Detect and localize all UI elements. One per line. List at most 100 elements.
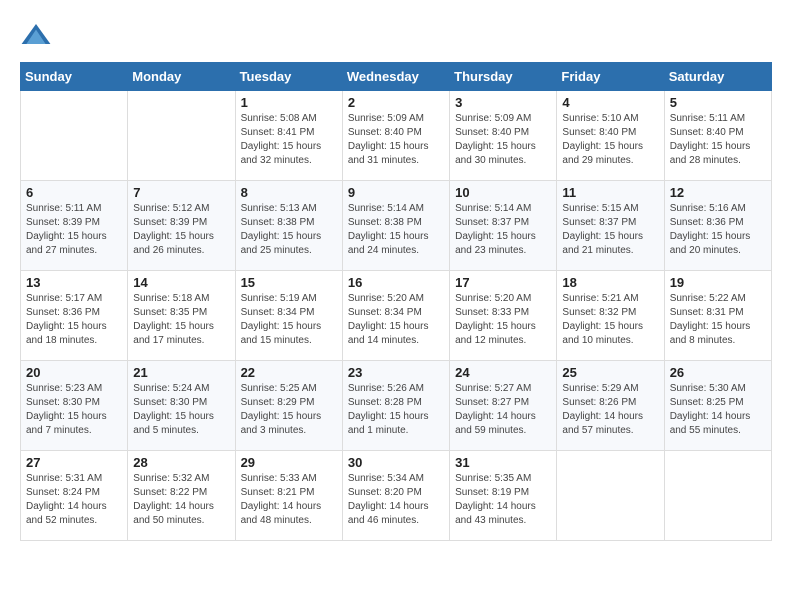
calendar: SundayMondayTuesdayWednesdayThursdayFrid… — [20, 62, 772, 541]
day-info: Sunrise: 5:31 AMSunset: 8:24 PMDaylight:… — [26, 472, 122, 528]
day-info: Sunrise: 5:09 AMSunset: 8:40 PMDaylight:… — [348, 112, 444, 168]
day-number: 18 — [562, 275, 658, 290]
calendar-cell — [557, 451, 664, 541]
day-number: 1 — [241, 95, 337, 110]
day-info: Sunrise: 5:10 AMSunset: 8:40 PMDaylight:… — [562, 112, 658, 168]
week-row-3: 13 Sunrise: 5:17 AMSunset: 8:36 PMDayligh… — [21, 271, 772, 361]
calendar-cell: 29 Sunrise: 5:33 AMSunset: 8:21 PMDayligh… — [235, 451, 342, 541]
day-number: 17 — [455, 275, 551, 290]
calendar-cell: 14 Sunrise: 5:18 AMSunset: 8:35 PMDayligh… — [128, 271, 235, 361]
calendar-cell: 1Sunrise: 5:08 AMSunset: 8:41 PMDaylight… — [235, 91, 342, 181]
weekday-header-friday: Friday — [557, 63, 664, 91]
day-info: Sunrise: 5:18 AMSunset: 8:35 PMDaylight:… — [133, 292, 229, 348]
day-number: 5 — [670, 95, 766, 110]
day-number: 10 — [455, 185, 551, 200]
calendar-cell: 11 Sunrise: 5:15 AMSunset: 8:37 PMDayligh… — [557, 181, 664, 271]
week-row-2: 6 Sunrise: 5:11 AMSunset: 8:39 PMDaylight… — [21, 181, 772, 271]
calendar-cell: 5 Sunrise: 5:11 AMSunset: 8:40 PMDaylight… — [664, 91, 771, 181]
day-number: 2 — [348, 95, 444, 110]
day-info: Sunrise: 5:11 AMSunset: 8:39 PMDaylight:… — [26, 202, 122, 258]
day-number: 31 — [455, 455, 551, 470]
day-info: Sunrise: 5:29 AMSunset: 8:26 PMDaylight:… — [562, 382, 658, 438]
day-info: Sunrise: 5:15 AMSunset: 8:37 PMDaylight:… — [562, 202, 658, 258]
calendar-cell: 10 Sunrise: 5:14 AMSunset: 8:37 PMDayligh… — [450, 181, 557, 271]
calendar-cell — [21, 91, 128, 181]
day-info: Sunrise: 5:11 AMSunset: 8:40 PMDaylight:… — [670, 112, 766, 168]
day-info: Sunrise: 5:20 AMSunset: 8:33 PMDaylight:… — [455, 292, 551, 348]
day-number: 4 — [562, 95, 658, 110]
day-number: 13 — [26, 275, 122, 290]
calendar-cell: 7 Sunrise: 5:12 AMSunset: 8:39 PMDaylight… — [128, 181, 235, 271]
day-number: 7 — [133, 185, 229, 200]
day-number: 22 — [241, 365, 337, 380]
day-info: Sunrise: 5:17 AMSunset: 8:36 PMDaylight:… — [26, 292, 122, 348]
day-number: 9 — [348, 185, 444, 200]
weekday-header-tuesday: Tuesday — [235, 63, 342, 91]
day-number: 11 — [562, 185, 658, 200]
day-info: Sunrise: 5:12 AMSunset: 8:39 PMDaylight:… — [133, 202, 229, 258]
day-number: 20 — [26, 365, 122, 380]
weekday-header-sunday: Sunday — [21, 63, 128, 91]
calendar-cell: 3Sunrise: 5:09 AMSunset: 8:40 PMDaylight… — [450, 91, 557, 181]
day-info: Sunrise: 5:26 AMSunset: 8:28 PMDaylight:… — [348, 382, 444, 438]
header — [20, 20, 772, 52]
calendar-cell — [664, 451, 771, 541]
calendar-cell: 27 Sunrise: 5:31 AMSunset: 8:24 PMDayligh… — [21, 451, 128, 541]
day-info: Sunrise: 5:13 AMSunset: 8:38 PMDaylight:… — [241, 202, 337, 258]
calendar-cell: 9 Sunrise: 5:14 AMSunset: 8:38 PMDaylight… — [342, 181, 449, 271]
day-number: 25 — [562, 365, 658, 380]
day-info: Sunrise: 5:16 AMSunset: 8:36 PMDaylight:… — [670, 202, 766, 258]
day-number: 24 — [455, 365, 551, 380]
day-number: 6 — [26, 185, 122, 200]
week-row-5: 27 Sunrise: 5:31 AMSunset: 8:24 PMDayligh… — [21, 451, 772, 541]
calendar-cell: 16 Sunrise: 5:20 AMSunset: 8:34 PMDayligh… — [342, 271, 449, 361]
calendar-cell: 15 Sunrise: 5:19 AMSunset: 8:34 PMDayligh… — [235, 271, 342, 361]
day-info: Sunrise: 5:34 AMSunset: 8:20 PMDaylight:… — [348, 472, 444, 528]
day-number: 29 — [241, 455, 337, 470]
weekday-header-monday: Monday — [128, 63, 235, 91]
day-number: 27 — [26, 455, 122, 470]
day-number: 21 — [133, 365, 229, 380]
calendar-cell: 13 Sunrise: 5:17 AMSunset: 8:36 PMDayligh… — [21, 271, 128, 361]
day-info: Sunrise: 5:25 AMSunset: 8:29 PMDaylight:… — [241, 382, 337, 438]
day-number: 19 — [670, 275, 766, 290]
calendar-cell: 17 Sunrise: 5:20 AMSunset: 8:33 PMDayligh… — [450, 271, 557, 361]
logo — [20, 20, 56, 52]
day-info: Sunrise: 5:27 AMSunset: 8:27 PMDaylight:… — [455, 382, 551, 438]
day-number: 3 — [455, 95, 551, 110]
calendar-cell: 30 Sunrise: 5:34 AMSunset: 8:20 PMDayligh… — [342, 451, 449, 541]
day-number: 8 — [241, 185, 337, 200]
calendar-cell: 18 Sunrise: 5:21 AMSunset: 8:32 PMDayligh… — [557, 271, 664, 361]
weekday-header-thursday: Thursday — [450, 63, 557, 91]
calendar-cell: 20Sunrise: 5:23 AMSunset: 8:30 PMDayligh… — [21, 361, 128, 451]
calendar-cell: 24 Sunrise: 5:27 AMSunset: 8:27 PMDayligh… — [450, 361, 557, 451]
calendar-cell: 2 Sunrise: 5:09 AMSunset: 8:40 PMDaylight… — [342, 91, 449, 181]
calendar-cell — [128, 91, 235, 181]
calendar-cell: 6 Sunrise: 5:11 AMSunset: 8:39 PMDaylight… — [21, 181, 128, 271]
day-info: Sunrise: 5:20 AMSunset: 8:34 PMDaylight:… — [348, 292, 444, 348]
calendar-cell: 23Sunrise: 5:26 AMSunset: 8:28 PMDayligh… — [342, 361, 449, 451]
day-number: 30 — [348, 455, 444, 470]
day-number: 15 — [241, 275, 337, 290]
day-info: Sunrise: 5:32 AMSunset: 8:22 PMDaylight:… — [133, 472, 229, 528]
day-info: Sunrise: 5:14 AMSunset: 8:37 PMDaylight:… — [455, 202, 551, 258]
day-info: Sunrise: 5:21 AMSunset: 8:32 PMDaylight:… — [562, 292, 658, 348]
day-info: Sunrise: 5:33 AMSunset: 8:21 PMDaylight:… — [241, 472, 337, 528]
day-info: Sunrise: 5:24 AMSunset: 8:30 PMDaylight:… — [133, 382, 229, 438]
calendar-cell: 25 Sunrise: 5:29 AMSunset: 8:26 PMDayligh… — [557, 361, 664, 451]
calendar-cell: 22 Sunrise: 5:25 AMSunset: 8:29 PMDayligh… — [235, 361, 342, 451]
day-number: 14 — [133, 275, 229, 290]
calendar-cell: 12Sunrise: 5:16 AMSunset: 8:36 PMDayligh… — [664, 181, 771, 271]
week-row-4: 20Sunrise: 5:23 AMSunset: 8:30 PMDayligh… — [21, 361, 772, 451]
day-info: Sunrise: 5:14 AMSunset: 8:38 PMDaylight:… — [348, 202, 444, 258]
day-info: Sunrise: 5:19 AMSunset: 8:34 PMDaylight:… — [241, 292, 337, 348]
calendar-cell: 28 Sunrise: 5:32 AMSunset: 8:22 PMDayligh… — [128, 451, 235, 541]
day-info: Sunrise: 5:30 AMSunset: 8:25 PMDaylight:… — [670, 382, 766, 438]
day-info: Sunrise: 5:22 AMSunset: 8:31 PMDaylight:… — [670, 292, 766, 348]
weekday-header-wednesday: Wednesday — [342, 63, 449, 91]
day-number: 16 — [348, 275, 444, 290]
day-number: 28 — [133, 455, 229, 470]
calendar-cell: 31Sunrise: 5:35 AMSunset: 8:19 PMDayligh… — [450, 451, 557, 541]
calendar-cell: 19 Sunrise: 5:22 AMSunset: 8:31 PMDayligh… — [664, 271, 771, 361]
weekday-header-row: SundayMondayTuesdayWednesdayThursdayFrid… — [21, 63, 772, 91]
